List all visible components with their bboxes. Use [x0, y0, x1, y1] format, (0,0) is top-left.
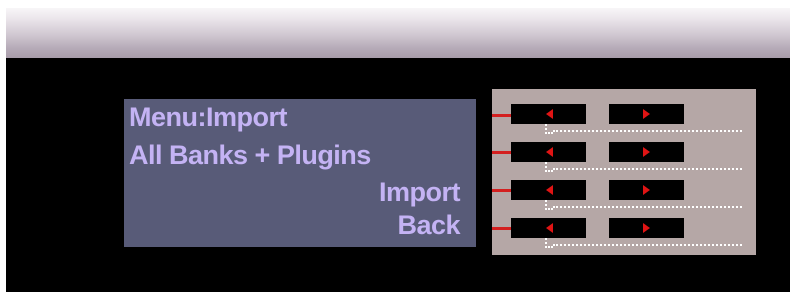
lcd-line-selection: All Banks + Plugins: [129, 140, 371, 170]
row-1-right-button[interactable]: [609, 104, 684, 124]
row-4-dotted-line: [553, 244, 742, 246]
row-3-dotted-connector: [545, 200, 553, 210]
lcd-line-import: Import: [379, 177, 461, 207]
lcd-line-back: Back: [397, 210, 460, 240]
lcd-display: Menu:Import All Banks + Plugins Import B…: [124, 99, 476, 247]
arrow-left-icon: [546, 109, 553, 119]
row-3-dotted-line: [553, 206, 742, 208]
arrow-right-icon: [643, 185, 650, 195]
row-4-indicator-line: [492, 227, 512, 230]
top-bezel: [6, 8, 790, 58]
arrow-left-icon: [546, 223, 553, 233]
arrow-left-icon: [546, 185, 553, 195]
row-4-dotted-connector: [545, 238, 553, 248]
arrow-right-icon: [643, 223, 650, 233]
row-3-indicator-line: [492, 189, 512, 192]
arrow-left-icon: [546, 147, 553, 157]
row-2-indicator-line: [492, 151, 512, 154]
row-2-right-button[interactable]: [609, 142, 684, 162]
row-1-indicator-line: [492, 114, 512, 117]
row-2-left-button[interactable]: [511, 142, 586, 162]
lcd-line-menu-title: Menu:Import: [129, 102, 287, 132]
row-4-right-button[interactable]: [609, 218, 684, 238]
row-1-dotted-line: [553, 130, 742, 132]
row-4-left-button[interactable]: [511, 218, 586, 238]
row-3-left-button[interactable]: [511, 180, 586, 200]
row-3-right-button[interactable]: [609, 180, 684, 200]
arrow-right-icon: [643, 147, 650, 157]
row-1-left-button[interactable]: [511, 104, 586, 124]
row-1-dotted-connector: [545, 124, 553, 134]
row-2-dotted-connector: [545, 162, 553, 172]
arrow-right-icon: [643, 109, 650, 119]
device-screen: Menu:Import All Banks + Plugins Import B…: [0, 0, 790, 292]
row-2-dotted-line: [553, 168, 742, 170]
